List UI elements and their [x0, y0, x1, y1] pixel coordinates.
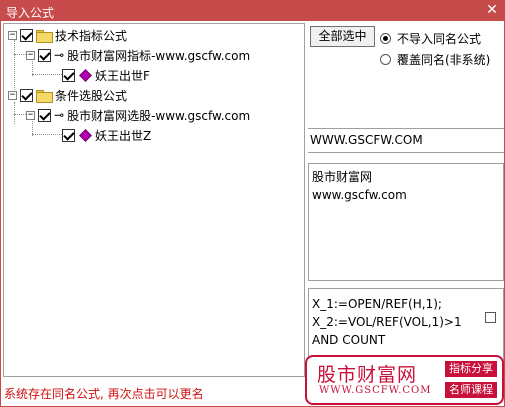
collapse-toggle[interactable]: −	[26, 110, 35, 120]
close-icon[interactable]: ✕	[484, 2, 500, 19]
radio-button[interactable]	[380, 54, 391, 65]
radio-overwrite-duplicates[interactable]: 覆盖同名(非系统)	[380, 51, 490, 68]
formula-gem-icon	[79, 128, 92, 142]
collapse-toggle[interactable]: −	[8, 30, 17, 40]
key-icon: ⊸	[54, 108, 65, 122]
tree-checkbox[interactable]	[62, 128, 75, 142]
tree-node-gscfw-indicators[interactable]: − ⊸ 股市财富网指标-www.gscfw.com	[26, 46, 250, 64]
source-url-field: WWW.GSCFW.COM	[308, 128, 504, 153]
watermark-url: WWW.GSCFW.COM	[319, 385, 432, 396]
tree-node-stock-selection[interactable]: − 条件选股公式	[8, 86, 127, 104]
tree-checkbox[interactable]	[20, 28, 33, 42]
watermark-logo: 股市财富网 WWW.GSCFW.COM 指标分享 名师课程	[305, 355, 504, 405]
description-line: www.gscfw.com	[312, 188, 407, 202]
formula-gem-icon	[79, 68, 92, 82]
tree-node-label: 妖王出世F	[95, 68, 150, 83]
tree-node-label: 股市财富网指标-www.gscfw.com	[67, 48, 251, 63]
collapse-toggle[interactable]: −	[8, 90, 17, 100]
watermark-tag-courses: 名师课程	[445, 382, 497, 398]
code-line: AND COUNT	[312, 333, 386, 347]
tree-checkbox[interactable]	[20, 88, 33, 102]
watermark-tag-indicators: 指标分享	[445, 361, 497, 377]
collapse-toggle[interactable]: −	[26, 50, 35, 60]
tree-checkbox[interactable]	[38, 48, 51, 62]
tree-node-label: 股市财富网选股-www.gscfw.com	[67, 108, 251, 123]
tree-node-label: 妖王出世Z	[95, 128, 152, 143]
window-title: 导入公式	[6, 6, 55, 20]
status-message: 系统存在同名公式, 再次点击可以更名	[4, 387, 204, 401]
key-icon: ⊸	[54, 48, 65, 62]
radio-skip-duplicates[interactable]: 不导入同名公式	[380, 30, 481, 47]
title-bar: 导入公式 ✕	[1, 1, 504, 21]
tree-node-yaowang-z[interactable]: 妖王出世Z	[62, 126, 151, 144]
folder-icon	[36, 89, 53, 103]
select-all-button[interactable]: 全部选中	[310, 26, 375, 47]
formula-description-box[interactable]: 股市财富网 www.gscfw.com	[308, 163, 504, 281]
code-line: X_2:=VOL/REF(VOL,1)>1	[312, 315, 462, 329]
radio-button[interactable]	[380, 33, 391, 44]
tree-node-yaowang-f[interactable]: 妖王出世F	[62, 66, 150, 84]
tree-checkbox[interactable]	[38, 108, 51, 122]
code-line: X_1:=OPEN/REF(H,1);	[312, 297, 442, 311]
folder-icon	[36, 29, 53, 43]
description-line: 股市财富网	[312, 170, 373, 184]
watermark-name: 股市财富网	[317, 364, 418, 386]
tree-node-gscfw-selection[interactable]: − ⊸ 股市财富网选股-www.gscfw.com	[26, 106, 250, 124]
import-formula-dialog: 导入公式 ✕ − 技术指标公式 − ⊸ 股市财富网指标-www.gscfw.co…	[0, 0, 505, 407]
tree-node-tech-indicators[interactable]: − 技术指标公式	[8, 26, 127, 44]
code-option-checkbox[interactable]	[485, 312, 496, 323]
formula-tree[interactable]: − 技术指标公式 − ⊸ 股市财富网指标-www.gscfw.com 妖王出世F…	[3, 23, 305, 377]
tree-checkbox[interactable]	[62, 68, 75, 82]
radio-label: 不导入同名公式	[397, 32, 482, 46]
tree-node-label: 技术指标公式	[55, 28, 128, 43]
radio-label: 覆盖同名(非系统)	[397, 53, 491, 67]
tree-node-label: 条件选股公式	[55, 88, 128, 103]
